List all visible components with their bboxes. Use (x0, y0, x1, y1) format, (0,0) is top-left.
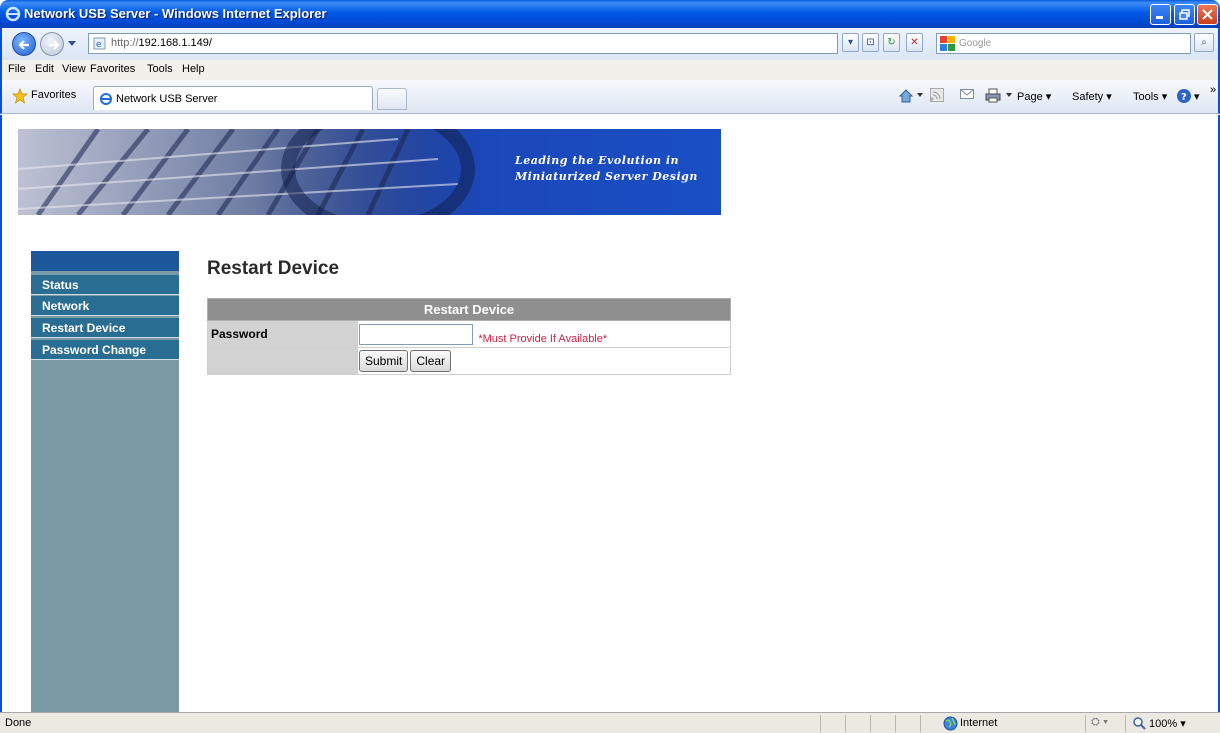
safety-menu[interactable]: Safety ▾ (1072, 90, 1112, 103)
slogan-line-2: Miniaturized Server Design (515, 170, 698, 183)
refresh-button[interactable]: ↻ (883, 33, 900, 52)
feeds-icon[interactable] (930, 88, 944, 102)
search-placeholder: Google (959, 38, 992, 49)
restore-icon (1179, 9, 1190, 20)
security-zone: Internet (960, 717, 998, 729)
minimize-icon (1156, 16, 1163, 19)
status-bar: Done Internet ⛭ ▾ 100% ▾ (0, 712, 1220, 733)
banner-image: Leading the Evolution in Miniaturized Se… (18, 129, 721, 215)
stop-button[interactable]: ✕ (906, 33, 923, 52)
title-bar: Network USB Server - Windows Internet Ex… (0, 0, 1220, 28)
zoom-level[interactable]: 100% ▾ (1149, 717, 1186, 730)
compatibility-view-button[interactable]: ⊡ (862, 33, 879, 52)
form-table-header: Restart Device (207, 298, 731, 321)
page-menu[interactable]: Page ▾ (1017, 90, 1051, 103)
button-cell: Submit Clear (357, 347, 731, 375)
url-text: http://192.168.1.149/ (111, 37, 212, 49)
toolbar-overflow-chevron-icon[interactable]: » (1210, 84, 1216, 96)
tools-menu[interactable]: Tools ▾ (1133, 90, 1167, 103)
google-icon (940, 36, 955, 51)
print-dropdown-icon[interactable] (1006, 93, 1012, 98)
slogan-line-1: Leading the Evolution in (515, 154, 680, 167)
tab-title: Network USB Server (116, 93, 218, 105)
sidebar: Status Network Restart Device Password C… (31, 251, 179, 713)
mail-icon[interactable] (960, 88, 974, 100)
password-cell: *Must Provide If Available* (357, 320, 731, 348)
address-input[interactable]: e http://192.168.1.149/ (88, 33, 838, 54)
help-icon[interactable]: ? (1176, 88, 1192, 104)
banner-slogan: Leading the Evolution in Miniaturized Se… (515, 153, 698, 185)
sidebar-header (31, 251, 179, 271)
back-arrow-icon (18, 40, 29, 50)
status-text: Done (5, 717, 32, 729)
help-dropdown[interactable]: ▾ (1194, 90, 1200, 103)
status-separator (845, 715, 846, 732)
menu-bar: File Edit View Favorites Tools Help (0, 60, 1220, 80)
forward-arrow-icon (49, 40, 60, 50)
menu-favorites[interactable]: Favorites (90, 63, 135, 75)
status-separator (870, 715, 871, 732)
back-button[interactable] (12, 32, 36, 56)
status-separator (1125, 715, 1126, 732)
submit-button[interactable]: Submit (359, 350, 409, 372)
page-icon: e (93, 37, 106, 50)
window-title: Network USB Server - Windows Internet Ex… (24, 6, 327, 21)
new-tab-button[interactable] (377, 88, 407, 110)
status-separator (1085, 715, 1086, 732)
menu-view[interactable]: View (62, 63, 86, 75)
password-input[interactable] (359, 323, 473, 345)
restore-button[interactable] (1174, 4, 1195, 25)
svg-text:e: e (96, 40, 102, 50)
address-toolbar: e http://192.168.1.149/ ▾ ⊡ ↻ ✕ Google ⌕ (0, 28, 1220, 60)
zoom-icon (1133, 717, 1146, 730)
password-label: Password (207, 320, 358, 348)
favorites-bar: Favorites Network USB Server Page ▾ Safe… (0, 80, 1220, 114)
page-content: Leading the Evolution in Miniaturized Se… (0, 115, 1220, 713)
minimize-button[interactable] (1150, 4, 1171, 25)
globe-icon (943, 716, 958, 731)
sidebar-item-password-change[interactable]: Password Change (31, 340, 179, 360)
search-input[interactable]: Google (936, 33, 1191, 54)
protected-mode-icon[interactable]: ⛭ ▾ (1091, 716, 1108, 729)
restart-form-table: Restart Device Password *Must Provide If… (207, 298, 731, 375)
status-separator (920, 715, 921, 732)
sidebar-item-status[interactable]: Status (31, 275, 179, 295)
forward-button[interactable] (40, 32, 64, 56)
favorites-button[interactable]: Favorites (31, 89, 76, 101)
menu-edit[interactable]: Edit (35, 63, 54, 75)
home-dropdown-icon[interactable] (917, 93, 923, 98)
clear-button[interactable]: Clear (410, 350, 452, 372)
status-separator (895, 715, 896, 732)
password-hint: *Must Provide If Available* (478, 332, 608, 345)
close-icon (1202, 9, 1213, 20)
favorites-star-icon (12, 88, 28, 104)
ie-logo-icon (5, 6, 21, 22)
print-icon[interactable] (985, 88, 1001, 103)
svg-text:?: ? (1181, 92, 1187, 103)
menu-help[interactable]: Help (182, 63, 205, 75)
browser-tab[interactable]: Network USB Server (93, 86, 373, 110)
sidebar-item-network[interactable]: Network (31, 296, 179, 316)
ie-tab-icon (100, 93, 112, 105)
search-button[interactable]: ⌕ (1194, 33, 1214, 52)
menu-file[interactable]: File (8, 63, 26, 75)
close-button[interactable] (1197, 4, 1218, 25)
home-icon[interactable] (898, 88, 914, 104)
page-title: Restart Device (207, 258, 340, 279)
address-dropdown-button[interactable]: ▾ (842, 33, 859, 52)
menu-tools[interactable]: Tools (147, 63, 173, 75)
recent-pages-dropdown-icon[interactable] (68, 41, 76, 47)
sidebar-item-restart-device[interactable]: Restart Device (31, 318, 179, 338)
button-row-label-cell (207, 347, 358, 375)
status-separator (820, 715, 821, 732)
